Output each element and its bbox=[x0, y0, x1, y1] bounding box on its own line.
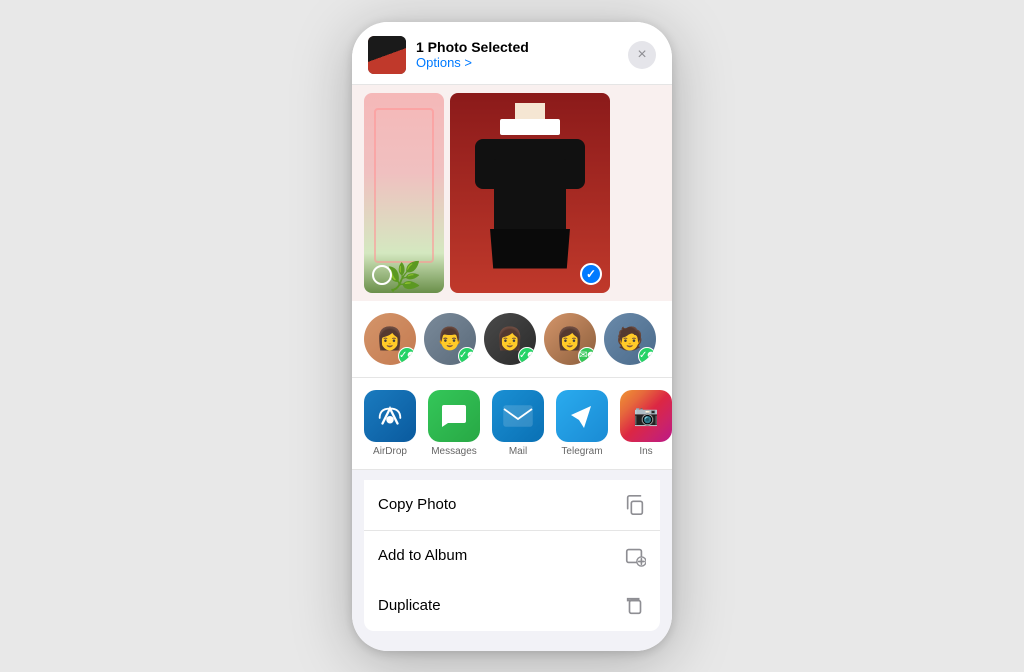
contact-item-5[interactable]: 🧑 ✓ bbox=[604, 313, 656, 365]
contact-avatar-1: 👩 ✓ bbox=[364, 313, 416, 365]
contacts-row: 👩 ✓ 👨 ✓ 👩 ✓ 👩 bbox=[352, 301, 672, 378]
bottom-spacer bbox=[352, 643, 672, 651]
airdrop-svg bbox=[375, 401, 405, 431]
whatsapp-badge-5: ✓ bbox=[638, 347, 656, 365]
duplicate-button[interactable]: Duplicate bbox=[364, 581, 660, 631]
app-airdrop[interactable]: AirDrop bbox=[364, 390, 416, 457]
dress-figure bbox=[450, 93, 610, 293]
copy-photo-label: Copy Photo bbox=[378, 496, 456, 513]
whatsapp-badge-1: ✓ bbox=[398, 347, 416, 365]
contact-item-2[interactable]: 👨 ✓ bbox=[424, 313, 476, 365]
selection-circle bbox=[372, 265, 392, 285]
duplicate-icon bbox=[624, 595, 646, 617]
header-thumbnail bbox=[368, 36, 406, 74]
dress-torso bbox=[494, 159, 566, 239]
contact-item-4[interactable]: 👩 ✉ bbox=[544, 313, 596, 365]
airdrop-icon bbox=[364, 390, 416, 442]
contact-avatar-5: 🧑 ✓ bbox=[604, 313, 656, 365]
instagram-label: Ins bbox=[639, 446, 652, 457]
mail-icon bbox=[492, 390, 544, 442]
copy-photo-icon bbox=[624, 494, 646, 516]
apps-row: AirDrop Messages Mail bbox=[352, 378, 672, 470]
contact-item-3[interactable]: 👩 ✓ bbox=[484, 313, 536, 365]
add-to-album-button[interactable]: Add to Album bbox=[364, 531, 660, 581]
whatsapp-badge-3: ✓ bbox=[518, 347, 536, 365]
close-button[interactable] bbox=[628, 41, 656, 69]
mail-label: Mail bbox=[509, 446, 527, 457]
header-title: 1 Photo Selected bbox=[416, 39, 628, 55]
imessage-badge-4: ✉ bbox=[578, 347, 596, 365]
app-mail[interactable]: Mail bbox=[492, 390, 544, 457]
copy-photo-button[interactable]: Copy Photo bbox=[364, 480, 660, 531]
selected-checkmark bbox=[580, 263, 602, 285]
contact-item[interactable]: 👩 ✓ bbox=[364, 313, 416, 365]
dress-wrapper bbox=[475, 139, 585, 269]
contact-avatar-2: 👨 ✓ bbox=[424, 313, 476, 365]
instagram-glyph: 📷 bbox=[634, 403, 659, 428]
app-instagram[interactable]: 📷 Ins bbox=[620, 390, 672, 457]
whatsapp-icon-1: ✓ bbox=[399, 350, 407, 361]
photo-strip: 🌿 bbox=[352, 85, 672, 301]
mail-svg bbox=[503, 405, 533, 427]
add-to-album-label: Add to Album bbox=[378, 547, 467, 564]
whatsapp-badge-2: ✓ bbox=[458, 347, 476, 365]
contact-avatar-3: 👩 ✓ bbox=[484, 313, 536, 365]
app-telegram[interactable]: Telegram bbox=[556, 390, 608, 457]
duplicate-label: Duplicate bbox=[378, 597, 441, 614]
telegram-svg bbox=[568, 402, 596, 430]
contact-avatar-4: 👩 ✉ bbox=[544, 313, 596, 365]
share-header: 1 Photo Selected Options > bbox=[352, 22, 672, 85]
whatsapp-icon-2: ✓ bbox=[459, 350, 467, 361]
photo-left[interactable]: 🌿 bbox=[364, 93, 444, 293]
photo-right[interactable] bbox=[450, 93, 610, 293]
photo-right-bg bbox=[450, 93, 610, 293]
instagram-icon: 📷 bbox=[620, 390, 672, 442]
action-spacer-top bbox=[364, 470, 660, 480]
telegram-label: Telegram bbox=[561, 446, 602, 457]
whatsapp-icon-5: ✓ bbox=[639, 350, 647, 361]
phone-frame: 1 Photo Selected Options > 🌿 bbox=[352, 22, 672, 651]
action-list: Copy Photo Add to Album Duplicate bbox=[352, 470, 672, 643]
dress-collar bbox=[500, 119, 560, 135]
imessage-icon-4: ✉ bbox=[579, 350, 587, 361]
header-text: 1 Photo Selected Options > bbox=[416, 39, 628, 70]
telegram-icon bbox=[556, 390, 608, 442]
messages-svg bbox=[440, 403, 468, 429]
whatsapp-icon-3: ✓ bbox=[519, 350, 527, 361]
add-to-album-icon bbox=[624, 545, 646, 567]
app-messages[interactable]: Messages bbox=[428, 390, 480, 457]
messages-label: Messages bbox=[431, 446, 477, 457]
options-link[interactable]: Options > bbox=[416, 55, 628, 70]
airdrop-label: AirDrop bbox=[373, 446, 407, 457]
messages-icon bbox=[428, 390, 480, 442]
photo-left-bg: 🌿 bbox=[364, 93, 444, 293]
dress-skirt bbox=[490, 229, 570, 269]
